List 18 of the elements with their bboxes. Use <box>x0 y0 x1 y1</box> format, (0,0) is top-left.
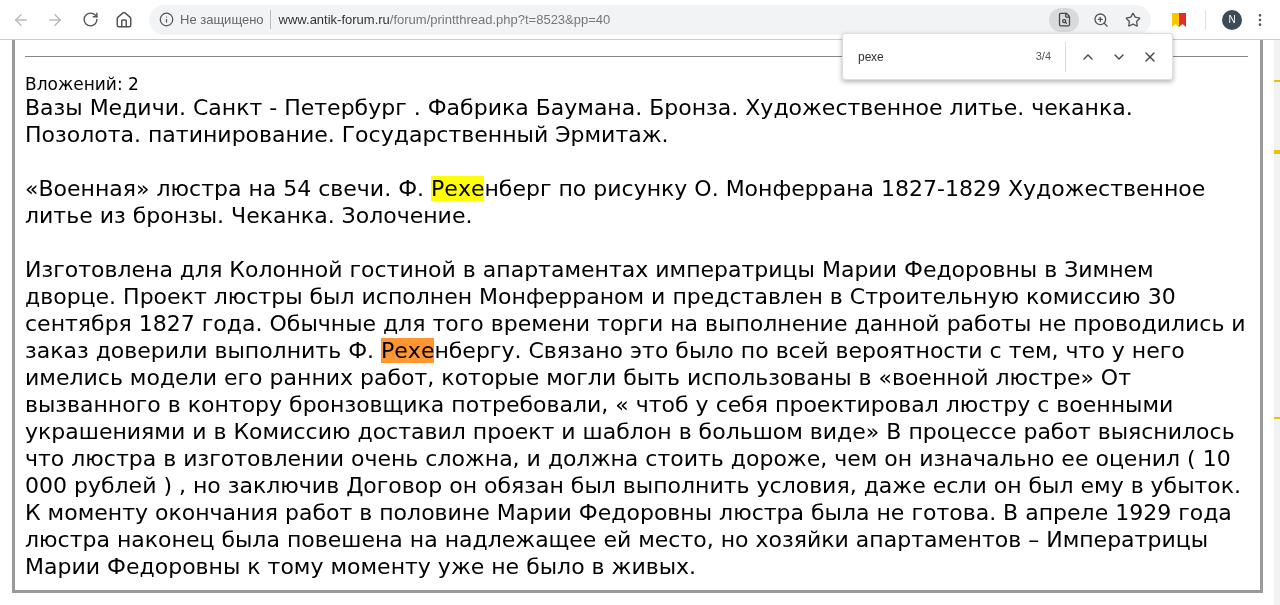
address-bar[interactable]: Не защищено www.antik-forum.ru/forum/printthread.php?t=8523&pp=40 <box>149 4 1151 35</box>
flag-icon[interactable] <box>1171 11 1187 28</box>
match-count: 3/4 <box>1035 41 1066 72</box>
url-text: www.antik-forum.ru/forum/printthread.php?t=8523&pp=40 <box>278 10 611 29</box>
reload-icon[interactable] <box>82 11 99 28</box>
profile-avatar[interactable]: N <box>1222 9 1242 30</box>
bookmark-star-icon[interactable] <box>1125 11 1141 28</box>
post-paragraph: «Военная» люстра на 54 свечи. Ф. Рехенберг по рисунку О. Монферрана 1827-1829 Художественное литье из бронзы. Чеканка. Золочение. <box>25 175 1207 229</box>
page-search-icon <box>1056 12 1072 27</box>
security-label: Не защищено <box>180 9 271 30</box>
home-icon[interactable] <box>115 10 133 29</box>
find-page-button[interactable] <box>1049 7 1079 32</box>
post-paragraph: Изготовлена для Колонной гостиной в апартаментах императрицы Марии Федоровны в Зимнем дворце. Проект люстры был исполнен Монферраном и представлен в Строительную комиссию 30 сентября 1827 года. Обычные для того времени торги на выполнение данной работы не проводились и заказ доверили выполнить Ф. Рехенбергу. Связано это было по всей вероятности с тем, что у него имелись модели его ранних работ, которые могли быть использованы в «военной люстре» От вызванного в контору бронзовщика потребовали, « чтоб у себя проектировал люстру с военными украшениями и в Комиссию доставил проект и шаблон в большом виде» В процессе работ выяснилось что люстра в изготовлении очень сложна, и должна стоить дороже, чем он изначально ее оценил ( 10 000 рублей ) , но заключив Договор он обязан был выполнить условия, даже если он был ему в убыток. К моменту окончания работ в половине Марии Федоровны люстра была не готова. В апреле 1929 года люстра наконец была повешена на надлежащее ей место, но хозяйки апартаментов – Императрицы Марии Федоровны к тому моменту уже не было в живых. <box>25 256 1247 580</box>
attachments-count: Вложений: 2 <box>25 74 140 94</box>
info-icon[interactable] <box>159 12 174 27</box>
zoom-icon[interactable] <box>1093 11 1109 28</box>
find-input[interactable]: рехе <box>858 47 1036 66</box>
post-paragraph: Вазы Медичи. Санкт - Петербург . Фабрика Баумана. Бронза. Художественное литье. чеканка. Позолота. патинирование. Государственный Эрмитаж. <box>25 94 1134 148</box>
